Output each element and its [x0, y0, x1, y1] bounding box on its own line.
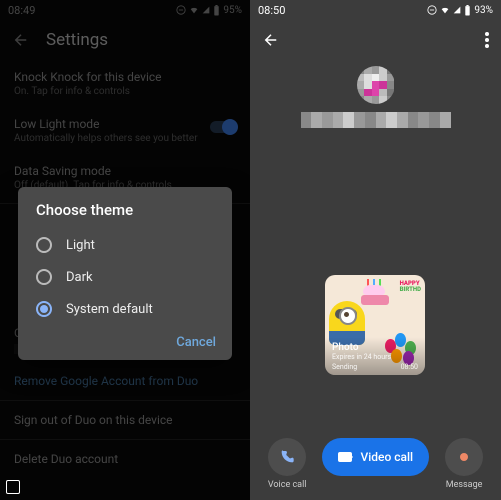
action-label: Voice call	[268, 480, 307, 490]
card-time: 08:50	[401, 363, 418, 371]
radio-unchecked-icon	[36, 237, 52, 253]
happy-birthday-text: HAPPYBIRTHD	[400, 281, 421, 293]
theme-option-dark[interactable]: Dark	[18, 261, 232, 293]
option-label: Dark	[66, 270, 93, 285]
contact-name-redacted	[301, 112, 451, 128]
option-label: System default	[66, 302, 153, 317]
card-info: Photo Expires in 24 hours Sending 08:50	[325, 337, 425, 375]
more-icon[interactable]	[485, 32, 489, 48]
avatar	[357, 66, 395, 104]
back-icon[interactable]	[262, 31, 280, 49]
cake-illustration	[361, 279, 389, 305]
message-action: Message	[445, 438, 483, 490]
option-label: Light	[66, 238, 95, 253]
contact-header	[250, 20, 501, 60]
video-call-button[interactable]: Video call	[322, 438, 429, 476]
theme-option-light[interactable]: Light	[18, 229, 232, 261]
battery-pct: 93%	[474, 5, 493, 16]
card-title: Photo	[332, 342, 418, 353]
voice-call-button[interactable]	[268, 438, 306, 476]
clock: 08:50	[258, 4, 285, 17]
recents-icon[interactable]	[6, 480, 20, 494]
radio-checked-icon	[36, 301, 52, 317]
dnd-icon	[427, 5, 437, 15]
action-bar: Voice call Video call Message	[250, 438, 501, 490]
contact-screen: 08:50 93% HAPPYBIRTHD Photo E	[250, 0, 501, 500]
video-call-label: Video call	[360, 450, 413, 464]
signal-icon	[453, 5, 461, 15]
message-button[interactable]	[445, 438, 483, 476]
theme-option-system-default[interactable]: System default	[18, 293, 232, 325]
settings-screen: 08:49 95% Settings Knock Knock for this …	[0, 0, 250, 500]
video-icon	[338, 452, 352, 462]
photo-card[interactable]: HAPPYBIRTHD Photo Expires in 24 hours Se…	[325, 275, 425, 375]
cancel-button[interactable]: Cancel	[176, 335, 216, 350]
radio-unchecked-icon	[36, 269, 52, 285]
status-bar: 08:50 93%	[250, 0, 501, 20]
theme-dialog: Choose theme Light Dark System default C…	[18, 187, 232, 360]
wifi-icon	[440, 5, 450, 15]
dialog-title: Choose theme	[18, 201, 232, 229]
card-expires: Expires in 24 hours	[332, 353, 418, 361]
status-icons: 93%	[427, 5, 493, 16]
voice-call-action: Voice call	[268, 438, 307, 490]
phone-icon	[279, 449, 295, 465]
action-label: Message	[446, 480, 483, 490]
card-status: Sending	[332, 363, 357, 371]
battery-icon	[464, 5, 471, 16]
